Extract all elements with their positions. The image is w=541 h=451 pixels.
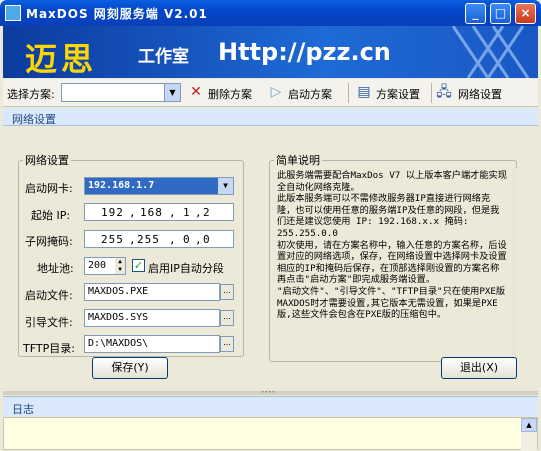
tftp-browse-button[interactable]: ... <box>220 336 234 352</box>
ip-octet: 192 <box>101 206 124 219</box>
ip-octet: 168 <box>140 206 163 219</box>
start-plan-button[interactable]: 启动方案 <box>288 86 332 102</box>
tftp-label: TFTP目录: <box>23 342 75 355</box>
panel-title: 网络设置 <box>12 113 56 126</box>
log-title: 日志 <box>12 403 34 416</box>
boot-file-field[interactable]: MAXDOS.PXE <box>84 283 220 301</box>
chevron-down-icon[interactable]: ▼ <box>218 178 233 194</box>
network-icon: 🖧 <box>436 84 452 100</box>
banner-decoration <box>451 26 530 78</box>
banner-url: Http://pzz.cn <box>218 38 391 66</box>
settings-icon: ▤ <box>357 84 371 100</box>
log-area[interactable]: ▲ <box>3 417 538 451</box>
banner-logo: 迈思 <box>25 40 98 78</box>
tftp-field[interactable]: D:\MAXDOS\ <box>84 335 220 353</box>
subnet-octet: 255 <box>101 233 124 246</box>
title-bar[interactable]: MaxDOS 网刻服务端 V2.01 _ □ × <box>0 0 541 26</box>
guide-file-field[interactable]: MAXDOS.SYS <box>84 309 220 327</box>
subnet-octet: 0 <box>203 233 211 246</box>
plan-select[interactable]: ▼ <box>61 83 181 102</box>
pool-value: 200 <box>88 260 107 271</box>
subnet-field[interactable]: 255 , 255 , 0 , 0 <box>84 230 234 248</box>
maximize-button[interactable]: □ <box>490 3 511 24</box>
guide-file-browse-button[interactable]: ... <box>220 310 234 326</box>
pool-spinner[interactable]: 200 ▲ ▼ <box>84 257 126 275</box>
window-title: MaxDOS 网刻服务端 V2.01 <box>26 7 208 21</box>
plan-label: 选择方案: <box>7 88 55 101</box>
splitter-handle[interactable]: •••• <box>3 389 538 396</box>
subnet-octet: 255 <box>137 233 160 246</box>
network-settings-button[interactable]: 网络设置 <box>458 86 502 102</box>
subnet-label: 子网掩码: <box>25 235 73 248</box>
auto-segment-checkbox[interactable]: ✓ <box>132 259 145 272</box>
panel-header: 网络设置 <box>3 108 538 126</box>
plan-settings-button[interactable]: 方案设置 <box>376 86 420 102</box>
close-button[interactable]: × <box>515 3 536 24</box>
app-icon <box>5 5 21 21</box>
subnet-octet: 0 <box>183 233 191 246</box>
nic-select-value: 192.168.1.7 <box>88 180 155 191</box>
nic-select[interactable]: 192.168.1.7 ▼ <box>84 177 234 195</box>
spinner-arrows-icon[interactable]: ▲ ▼ <box>115 258 125 274</box>
description-text: 此服务端需要配合MaxDos V7 以上版本客户端才能实现全自动化网络克隆。 此… <box>277 170 507 321</box>
delete-icon: ✕ <box>190 84 202 100</box>
description-scrollbar[interactable] <box>512 168 517 358</box>
grip-icon: •••• <box>261 389 276 396</box>
banner: 迈思 工作室 Http://pzz.cn <box>3 26 538 78</box>
description-legend: 简单说明 <box>276 154 320 167</box>
toolbar-separator <box>431 83 432 103</box>
minimize-button[interactable]: _ <box>465 3 486 24</box>
toolbar-separator <box>348 83 349 103</box>
boot-file-label: 启动文件: <box>25 289 73 302</box>
save-button[interactable]: 保存(Y) <box>92 357 168 379</box>
start-ip-label: 起始 IP: <box>31 209 71 222</box>
ip-octet: 1 <box>183 206 191 219</box>
delete-plan-button[interactable]: 删除方案 <box>208 86 252 102</box>
chevron-down-icon[interactable]: ▼ <box>164 84 180 101</box>
scroll-up-icon[interactable]: ▲ <box>521 418 537 432</box>
log-header: 日志 <box>3 396 538 416</box>
boot-file-browse-button[interactable]: ... <box>220 284 234 300</box>
pool-label: 地址池: <box>37 262 74 275</box>
toolbar: 选择方案: ▼ ✕ 删除方案 ▷ 启动方案 ▤ 方案设置 🖧 网络设置 <box>3 79 538 107</box>
start-ip-field[interactable]: 192 , 168 , 1 , 2 <box>84 203 234 221</box>
exit-button[interactable]: 退出(X) <box>441 357 517 379</box>
log-scrollbar[interactable]: ▲ <box>521 418 537 451</box>
network-settings-legend: 网络设置 <box>25 154 69 167</box>
play-icon: ▷ <box>270 84 282 100</box>
ip-octet: 2 <box>203 206 211 219</box>
guide-file-label: 引导文件: <box>25 316 73 329</box>
auto-segment-label: 启用IP自动分段 <box>148 262 224 275</box>
nic-label: 启动网卡: <box>25 182 73 195</box>
banner-studio: 工作室 <box>138 47 189 67</box>
